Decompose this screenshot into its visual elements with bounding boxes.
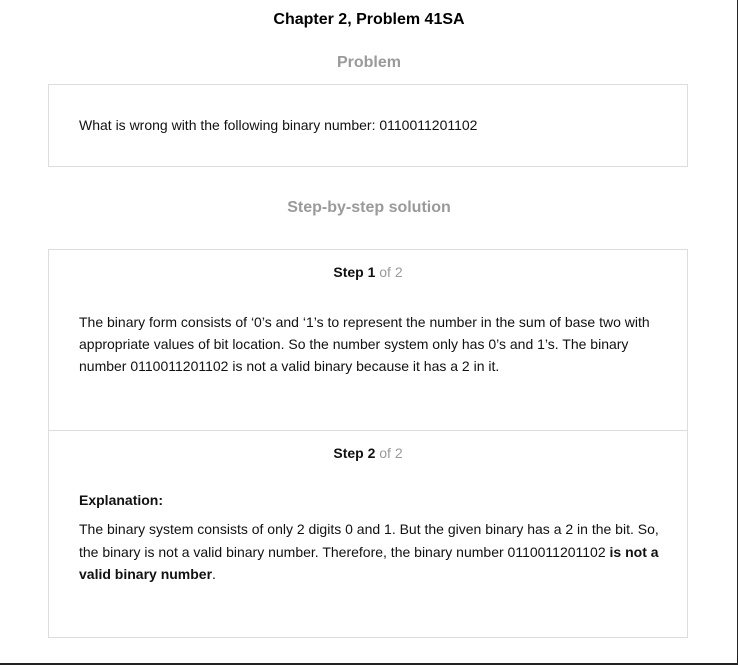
problem-box: What is wrong with the following binary … bbox=[48, 84, 688, 167]
chapter-title: Chapter 2, Problem 41SA bbox=[273, 11, 465, 28]
step-2-header: Step 2 of 2 bbox=[49, 444, 687, 462]
solution-steps-box: Step 1 of 2 The binary form consists of … bbox=[48, 249, 688, 638]
explanation-label: Explanation: bbox=[79, 492, 164, 508]
step-2: Step 2 of 2 Explanation: The binary syst… bbox=[49, 431, 687, 637]
step-1-header: Step 1 of 2 bbox=[49, 263, 687, 281]
solution-heading: Step-by-step solution bbox=[287, 199, 451, 216]
step-2-label: Step 2 bbox=[333, 445, 376, 461]
step-1-count: of 2 bbox=[375, 264, 403, 280]
step-2-body-text: The binary system consists of only 2 dig… bbox=[79, 521, 659, 560]
step-2-body-end: . bbox=[212, 566, 216, 582]
step-1: Step 1 of 2 The binary form consists of … bbox=[49, 250, 687, 430]
step-2-count: of 2 bbox=[375, 445, 403, 461]
step-1-label: Step 1 bbox=[333, 264, 376, 280]
step-1-body: The binary form consists of ‘0’s and ‘1’… bbox=[79, 314, 650, 374]
problem-heading: Problem bbox=[336, 54, 401, 71]
step-2-body: The binary system consists of only 2 dig… bbox=[79, 518, 669, 586]
problem-text: What is wrong with the following binary … bbox=[79, 117, 478, 133]
